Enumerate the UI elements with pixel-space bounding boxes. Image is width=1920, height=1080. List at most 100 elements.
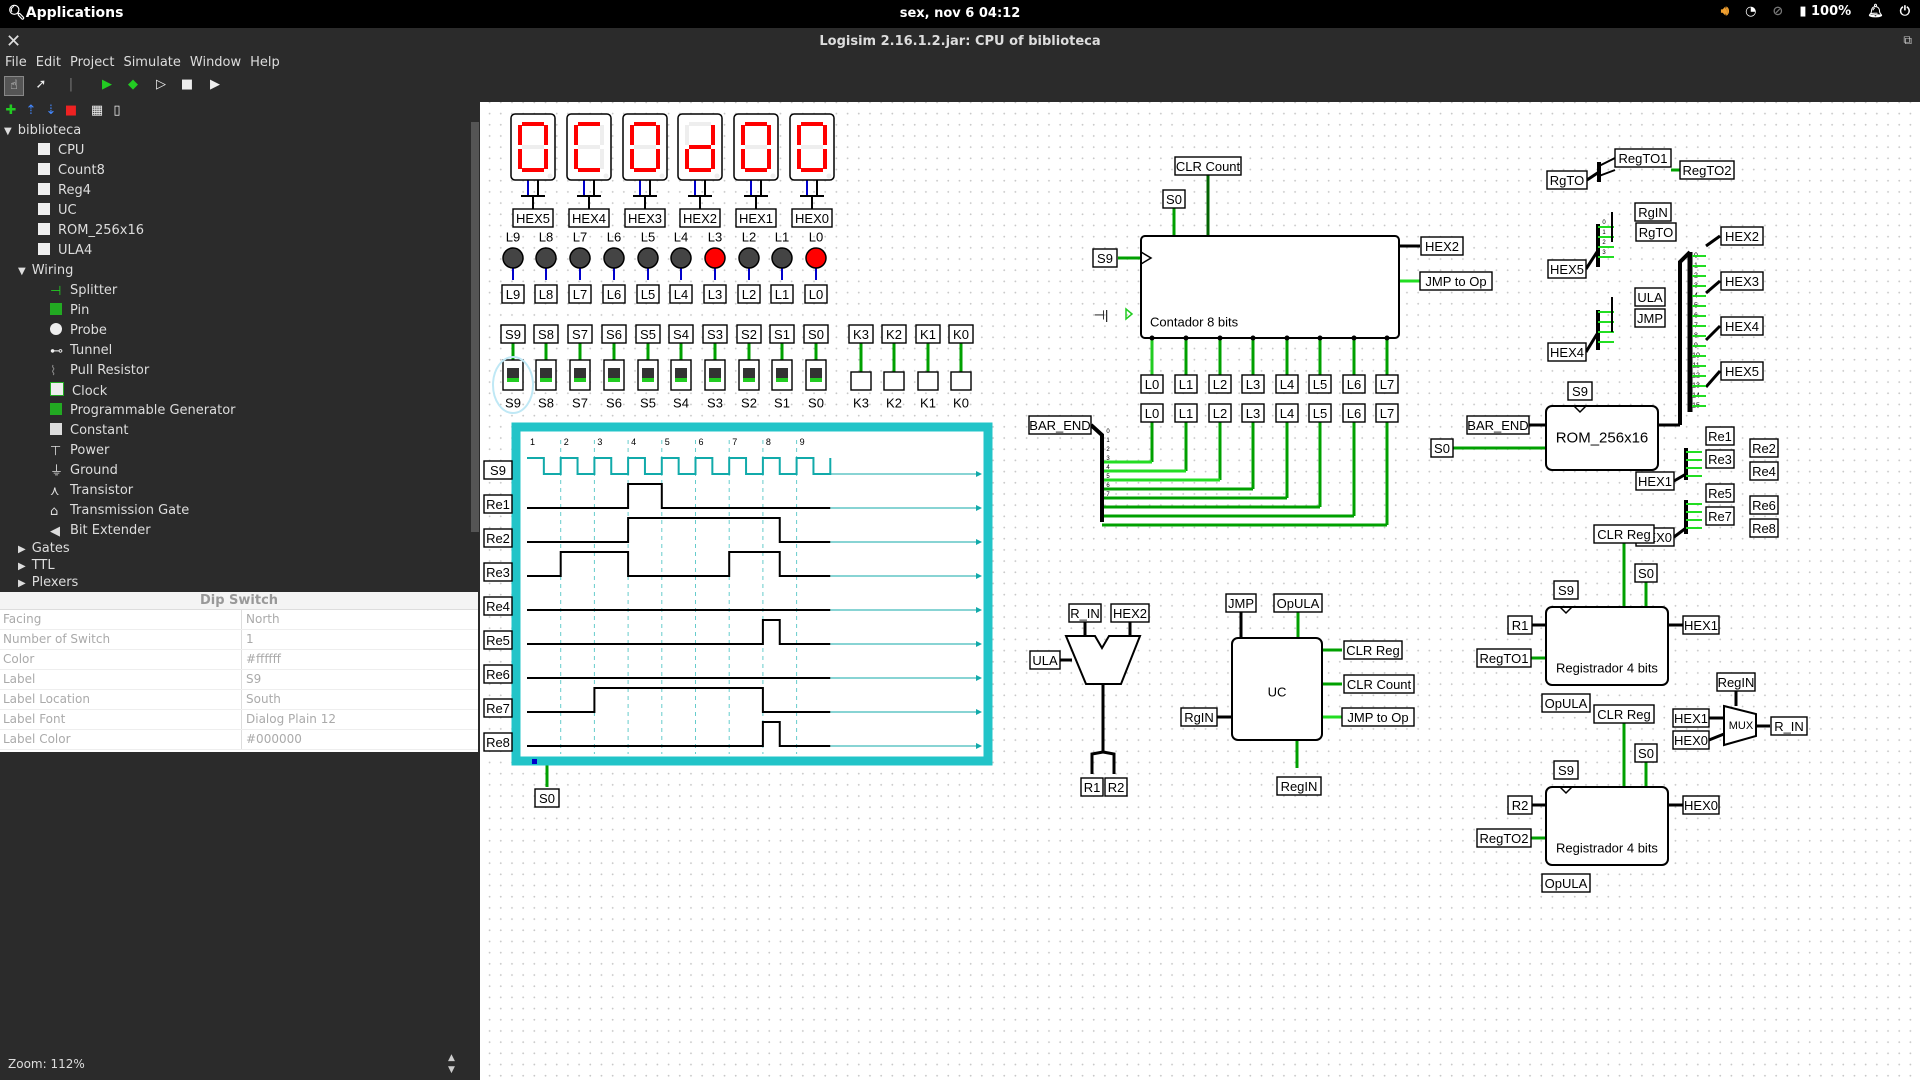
- move-down-icon[interactable]: ⇣: [42, 102, 60, 120]
- tree-item-pin[interactable]: Pin: [50, 302, 89, 320]
- pin-dot: [1351, 335, 1357, 341]
- attribute-value[interactable]: #000000: [242, 730, 302, 749]
- output-pin-icon[interactable]: ■: [178, 76, 196, 94]
- attribute-value[interactable]: S9: [242, 670, 261, 689]
- rom-re4-tag: Re4: [1752, 464, 1776, 479]
- timing-tick-label: 7: [732, 437, 737, 447]
- input-pin-icon[interactable]: ▶: [206, 76, 224, 94]
- attribute-value[interactable]: #ffffff: [242, 650, 281, 669]
- tree-item-programmable-generator[interactable]: Programmable Generator: [50, 402, 236, 420]
- ula-alu[interactable]: [1064, 635, 1142, 685]
- attribute-value[interactable]: North: [242, 610, 280, 629]
- attribute-value[interactable]: 1: [242, 630, 254, 649]
- led-indicator: [704, 247, 726, 269]
- layout-view-icon[interactable]: ▦: [88, 102, 106, 120]
- key-button[interactable]: [883, 371, 905, 391]
- attribute-row-facing[interactable]: Facing North: [0, 610, 478, 630]
- tree-item-ula4[interactable]: ULA4: [38, 242, 92, 260]
- attribute-row-number-of-switch[interactable]: Number of Switch 1: [0, 630, 478, 650]
- menu-window[interactable]: Window: [190, 55, 241, 70]
- menu-help[interactable]: Help: [250, 55, 280, 70]
- not-gate-icon[interactable]: ▷: [152, 76, 170, 94]
- menu-simulate[interactable]: Simulate: [123, 55, 180, 70]
- tree-item-tunnel[interactable]: ⊷ Tunnel: [50, 342, 112, 360]
- tree-folder-wiring[interactable]: ▼ Wiring: [18, 262, 73, 280]
- attribute-row-label-font[interactable]: Label Font Dialog Plain 12: [0, 710, 478, 730]
- volume-icon[interactable]: 🔊︎: [1721, 4, 1729, 19]
- switch-tag-9: S0: [808, 327, 824, 342]
- tree-item-splitter[interactable]: ⊣ Splitter: [50, 282, 117, 300]
- attribute-row-color[interactable]: Color #ffffff: [0, 650, 478, 670]
- attribute-key: Label Font: [0, 710, 242, 729]
- or-gate-icon[interactable]: ◆: [124, 76, 142, 94]
- segment: [656, 125, 660, 145]
- pin-dot: [1284, 335, 1290, 341]
- tree-item-count8[interactable]: Count8: [38, 162, 105, 180]
- appearance-view-icon[interactable]: ▯: [108, 102, 126, 120]
- zoom-control: Zoom: 112% ▲ ▼: [0, 1050, 478, 1080]
- attribute-row-label[interactable]: Label S9: [0, 670, 478, 690]
- explorer-scrollbar[interactable]: [471, 122, 479, 532]
- restore-icon[interactable]: ⧉: [1903, 33, 1912, 48]
- segment: [823, 125, 827, 145]
- add-circuit-icon[interactable]: ✚: [2, 102, 20, 120]
- tree-folder-plexers[interactable]: ▶ Plexers: [18, 574, 78, 592]
- segment: [711, 149, 715, 169]
- wifi-icon[interactable]: ◔: [1745, 4, 1756, 19]
- register-1-en-tag: S9: [1558, 583, 1574, 598]
- uc-regin-tag: RegIN: [1281, 779, 1318, 794]
- select-tool-icon[interactable]: ➚: [32, 76, 50, 94]
- notifications-muted-icon[interactable]: ⊘: [1772, 4, 1783, 19]
- led-pin-1: L8: [539, 287, 553, 302]
- switch-lever-on: [709, 378, 721, 382]
- key-button[interactable]: [917, 371, 939, 391]
- led-top-label: L1: [775, 230, 789, 245]
- tree-item-ground[interactable]: ⏚ Ground: [50, 462, 118, 480]
- zoom-stepper-icon[interactable]: ▲ ▼: [448, 1052, 455, 1076]
- tree-item-probe[interactable]: Probe: [50, 322, 107, 340]
- key-button[interactable]: [950, 371, 972, 391]
- tree-item-label: Probe: [70, 323, 107, 338]
- zoom-level[interactable]: Zoom: 112%: [8, 1057, 85, 1071]
- bell-icon[interactable]: 🔔︎: [1867, 4, 1884, 19]
- tree-item-rom[interactable]: ROM_256x16: [38, 222, 144, 240]
- menu-edit[interactable]: Edit: [36, 55, 61, 70]
- component-layer[interactable]: HEX5 HEX4 HEX3 HEX2 HEX1 HEX0 L9 L9 L8 L8 L7 L7 L6 L6…: [483, 113, 1808, 893]
- delete-circuit-icon[interactable]: ■: [62, 102, 80, 120]
- poke-tool-icon[interactable]: ☝: [4, 76, 24, 96]
- tree-item-pull-resistor[interactable]: ⌇ Pull Resistor: [50, 362, 149, 380]
- tree-item-bit-extender[interactable]: ◀ Bit Extender: [50, 522, 151, 540]
- decimal-point: [770, 173, 776, 179]
- switch-lever-on: [507, 378, 519, 382]
- hex-label-1: HEX4: [572, 211, 606, 226]
- tree-item-uc[interactable]: UC: [38, 202, 77, 220]
- battery-indicator[interactable]: ▮ 100%: [1799, 4, 1851, 19]
- key-button[interactable]: [850, 371, 872, 391]
- tree-item-reg4[interactable]: Reg4: [38, 182, 91, 200]
- menu-project[interactable]: Project: [70, 55, 114, 70]
- attribute-row-label-location[interactable]: Label Location South: [0, 690, 478, 710]
- and-gate-icon[interactable]: ▶: [98, 76, 116, 94]
- move-up-icon[interactable]: ⇡: [22, 102, 40, 120]
- counter-l-out-1: L1: [1179, 377, 1193, 392]
- applications-menu[interactable]: 🔍︎Applications: [8, 5, 123, 21]
- circuit-drawing[interactable]: HEX5 HEX4 HEX3 HEX2 HEX1 HEX0 L9 L9 L8 L8 L7 L7 L6 L6…: [480, 102, 1920, 1080]
- tree-root[interactable]: ▼ biblioteca: [4, 122, 81, 140]
- close-icon[interactable]: ✕: [6, 31, 21, 52]
- menu-file[interactable]: File: [5, 55, 27, 70]
- led-top-label: L7: [573, 230, 587, 245]
- power-icon[interactable]: ⏻: [1900, 4, 1910, 19]
- tree-item-transistor[interactable]: ⋏ Transistor: [50, 482, 133, 500]
- attribute-value[interactable]: Dialog Plain 12: [242, 710, 336, 729]
- tree-item-power[interactable]: ⊤ Power: [50, 442, 109, 460]
- tree-item-transmission-gate[interactable]: ⌂ Transmission Gate: [50, 502, 189, 520]
- tree-item-constant[interactable]: Constant: [50, 422, 128, 440]
- tree-item-clock[interactable]: Clock: [50, 382, 107, 400]
- tree-folder-gates[interactable]: ▶ Gates: [18, 540, 70, 558]
- register-2-in-tag: R2: [1512, 798, 1529, 813]
- attribute-value[interactable]: South: [242, 690, 281, 709]
- tree-folder-ttl[interactable]: ▶ TTL: [18, 557, 55, 575]
- attribute-row-label-color[interactable]: Label Color #000000: [0, 730, 478, 750]
- splitter-icon: ⊣: [50, 284, 62, 299]
- tree-item-cpu[interactable]: CPU: [38, 142, 84, 160]
